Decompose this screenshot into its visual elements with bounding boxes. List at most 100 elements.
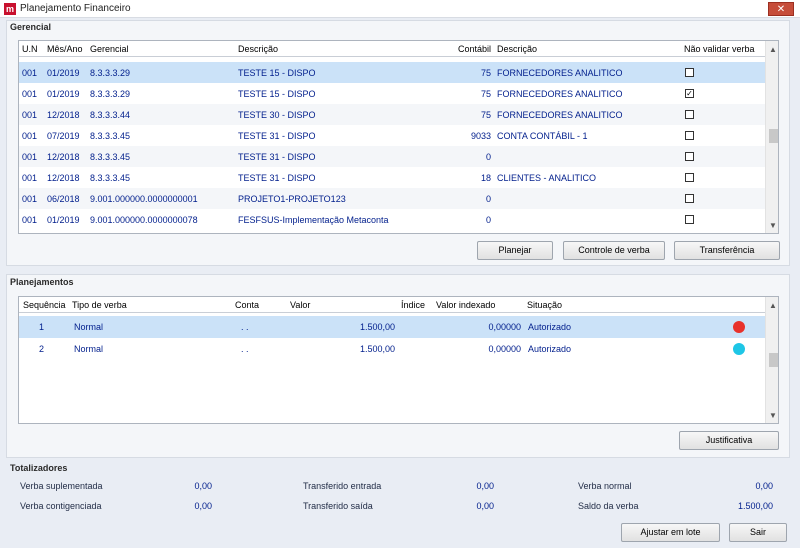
cell-valor: 1.500,00 [359, 344, 395, 354]
nao-validar-checkbox[interactable] [685, 215, 694, 224]
col-header-nao-validar[interactable]: Não validar verba [684, 44, 755, 54]
status-indicator-icon [733, 321, 745, 333]
col-header-gerencial[interactable]: Gerencial [90, 44, 129, 54]
table-row[interactable]: 001 06/2018 9.001.000000.0000000001 PROJ… [19, 188, 765, 209]
cell-contabil: 75 [480, 110, 491, 120]
sair-button[interactable]: Sair [729, 523, 787, 542]
table-row[interactable]: 1 Normal . . 1.500,00 0,00000 Autorizado [19, 316, 765, 338]
nao-validar-checkbox[interactable] [685, 173, 694, 182]
title-bar: m Planejamento Financeiro ✕ [0, 0, 800, 18]
justificativa-button[interactable]: Justificativa [679, 431, 779, 450]
scroll-down-icon[interactable]: ▼ [766, 221, 778, 230]
col-header-conta[interactable]: Conta [235, 300, 259, 310]
nao-validar-checkbox[interactable] [685, 194, 694, 203]
verba-suplementada-label: Verba suplementada [20, 481, 103, 491]
planejamentos-scrollbar[interactable]: ▲ ▼ [765, 297, 778, 423]
nao-validar-checkbox[interactable] [685, 152, 694, 161]
verba-contingenciada-label: Verba contigenciada [20, 501, 102, 511]
transferido-saida-value: 0,00 [476, 501, 494, 511]
col-header-valor[interactable]: Valor [290, 300, 310, 310]
scroll-thumb[interactable] [769, 129, 778, 143]
col-header-tipo-verba[interactable]: Tipo de verba [72, 300, 127, 310]
cell-situacao: Autorizado [528, 322, 572, 332]
col-header-situacao[interactable]: Situação [527, 300, 562, 310]
controle-de-verba-button[interactable]: Controle de verba [563, 241, 665, 260]
table-row[interactable]: 001 01/2019 8.3.3.3.29 TESTE 15 - DISPO … [19, 83, 765, 104]
nao-validar-checkbox[interactable]: ✓ [685, 89, 694, 98]
scroll-down-icon[interactable]: ▼ [766, 411, 778, 420]
cell-descricao: TESTE 15 - DISPO [238, 89, 316, 99]
cell-un: 001 [22, 131, 38, 141]
verba-normal-label: Verba normal [578, 481, 632, 491]
col-header-descricao2[interactable]: Descrição [497, 44, 537, 54]
gerencial-section-label: Gerencial [10, 22, 52, 32]
close-button[interactable]: ✕ [768, 2, 794, 16]
gerencial-grid-header: U.N Mês/Ano Gerencial Descrição Contábil… [19, 41, 778, 57]
cell-contabil: 75 [480, 68, 491, 78]
cell-gerencial: 8.3.3.3.45 [90, 173, 131, 183]
cell-contabil: 0 [485, 215, 491, 225]
gerencial-grid[interactable]: U.N Mês/Ano Gerencial Descrição Contábil… [18, 40, 779, 234]
cell-mes: 12/2018 [47, 152, 80, 162]
cell-contabil: 9033 [470, 131, 491, 141]
status-indicator-icon [733, 343, 745, 355]
cell-gerencial: 8.3.3.3.45 [90, 131, 131, 141]
table-row[interactable]: 001 07/2019 8.3.3.3.45 TESTE 31 - DISPO … [19, 125, 765, 146]
cell-mes: 07/2019 [47, 131, 80, 141]
ajustar-em-lote-button[interactable]: Ajustar em lote [621, 523, 720, 542]
table-row[interactable]: 001 01/2019 9.001.000000.0000000078 FESF… [19, 209, 765, 230]
cell-descricao2: FORNECEDORES ANALITICO [497, 110, 623, 120]
col-header-un[interactable]: U.N [22, 44, 38, 54]
col-header-contabil[interactable]: Contábil [458, 44, 491, 54]
verba-suplementada-value: 0,00 [194, 481, 212, 491]
cell-conta: . . [241, 344, 249, 354]
totalizadores-section-label: Totalizadores [10, 463, 68, 473]
cell-valor: 1.500,00 [359, 322, 395, 332]
cell-descricao: TESTE 31 - DISPO [238, 131, 316, 141]
nao-validar-checkbox[interactable] [685, 131, 694, 140]
cell-descricao: TESTE 31 - DISPO [238, 173, 316, 183]
col-header-valor-indexado[interactable]: Valor indexado [436, 300, 495, 310]
verba-contingenciada-value: 0,00 [194, 501, 212, 511]
transferencia-button[interactable]: Transferência [674, 241, 780, 260]
table-row[interactable]: 001 12/2018 8.3.3.3.45 TESTE 31 - DISPO … [19, 146, 765, 167]
cell-descricao: TESTE 30 - DISPO [238, 110, 316, 120]
col-header-descricao[interactable]: Descrição [238, 44, 278, 54]
scroll-up-icon[interactable]: ▲ [766, 45, 778, 54]
cell-un: 001 [22, 110, 38, 120]
planejamentos-grid[interactable]: Sequência Tipo de verba Conta Valor Índi… [18, 296, 779, 424]
scroll-up-icon[interactable]: ▲ [766, 301, 778, 310]
cell-mes: 12/2018 [47, 110, 80, 120]
transferido-entrada-value: 0,00 [476, 481, 494, 491]
col-header-sequencia[interactable]: Sequência [23, 300, 66, 310]
col-header-indice[interactable]: Índice [401, 300, 425, 310]
gerencial-scrollbar[interactable]: ▲ ▼ [765, 41, 778, 233]
planejamentos-section-label: Planejamentos [10, 277, 74, 287]
table-row[interactable]: 001 12/2018 8.3.3.3.45 TESTE 31 - DISPO … [19, 167, 765, 188]
nao-validar-checkbox[interactable] [685, 68, 694, 77]
nao-validar-checkbox[interactable] [685, 110, 694, 119]
planejar-button[interactable]: Planejar [477, 241, 553, 260]
cell-un: 001 [22, 152, 38, 162]
cell-gerencial: 8.3.3.3.45 [90, 152, 131, 162]
scroll-thumb[interactable] [769, 353, 778, 367]
cell-valor-indexado: 0,00000 [488, 344, 521, 354]
cell-un: 001 [22, 215, 38, 225]
cell-mes: 01/2019 [47, 89, 80, 99]
cell-descricao2: FORNECEDORES ANALITICO [497, 89, 623, 99]
table-row[interactable]: 001 12/2018 8.3.3.3.44 TESTE 30 - DISPO … [19, 104, 765, 125]
cell-valor-indexado: 0,00000 [488, 322, 521, 332]
table-row[interactable]: 001 01/2019 8.3.3.3.29 TESTE 15 - DISPO … [19, 62, 765, 83]
cell-gerencial: 8.3.3.3.29 [90, 68, 131, 78]
table-row[interactable]: 2 Normal . . 1.500,00 0,00000 Autorizado [19, 338, 765, 360]
transferido-entrada-label: Transferido entrada [303, 481, 382, 491]
cell-un: 001 [22, 68, 38, 78]
cell-situacao: Autorizado [528, 344, 572, 354]
cell-tipo-verba: Normal [74, 344, 104, 354]
cell-mes: 12/2018 [47, 173, 80, 183]
cell-tipo-verba: Normal [74, 322, 104, 332]
cell-sequencia: 2 [39, 344, 45, 354]
planejamentos-grid-header: Sequência Tipo de verba Conta Valor Índi… [19, 297, 778, 313]
cell-gerencial: 9.001.000000.0000000078 [90, 215, 198, 225]
col-header-mes[interactable]: Mês/Ano [47, 44, 83, 54]
